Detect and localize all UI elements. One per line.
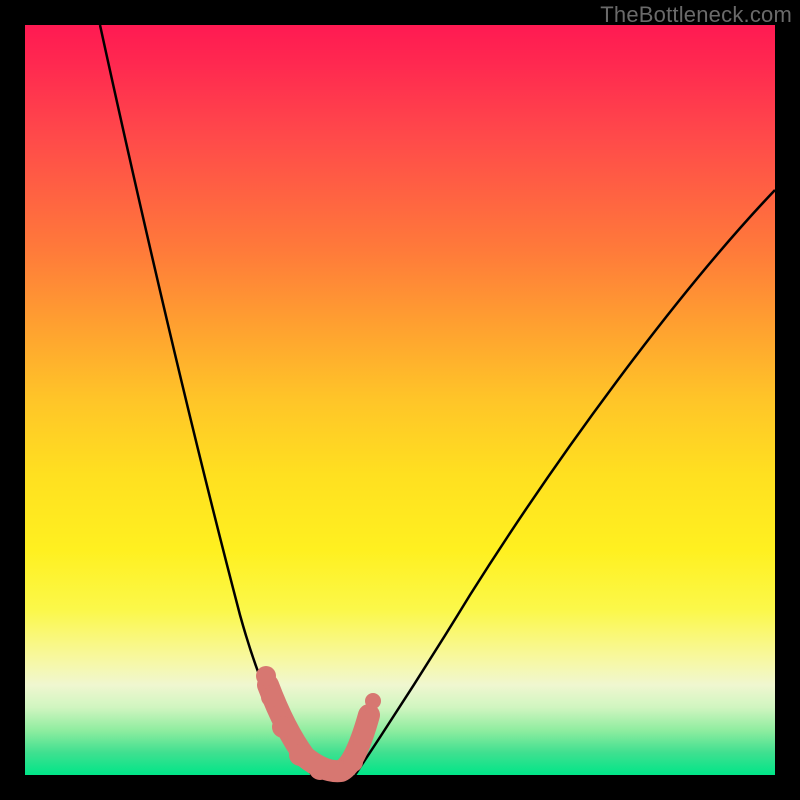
chart-frame: [25, 25, 775, 775]
chart-svg: [25, 25, 775, 775]
right-curve: [355, 190, 775, 775]
left-curve: [100, 25, 312, 775]
watermark-text: TheBottleneck.com: [600, 2, 792, 28]
